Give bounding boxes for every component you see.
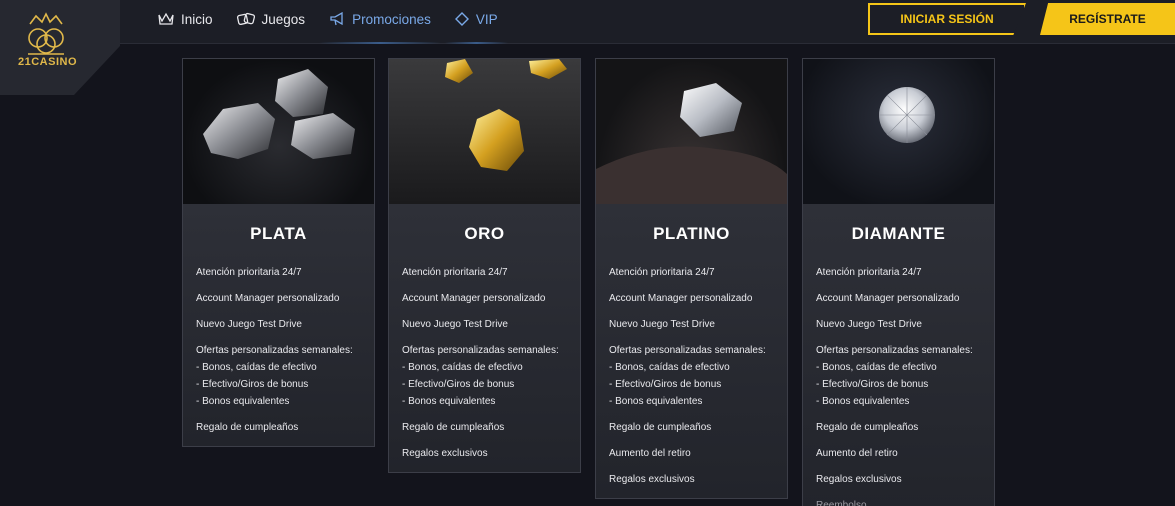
offers-line: - Efectivo/Giros de bonus xyxy=(196,379,309,390)
offers-line: - Bonos equivalentes xyxy=(402,396,496,407)
diamond-icon xyxy=(454,12,469,26)
feature-item: Aumento del retiro xyxy=(609,448,691,459)
gold-nugget-image xyxy=(389,59,580,204)
tier-card-body: PLATA Atención prioritaria 24/7 Account … xyxy=(183,204,374,446)
offers-line: - Bonos equivalentes xyxy=(196,396,290,407)
nav-item-label: Inicio xyxy=(181,11,213,27)
feature-item: Account Manager personalizado xyxy=(609,293,753,304)
offers-heading: Ofertas personalizadas semanales: xyxy=(402,345,559,356)
tier-title: PLATA xyxy=(250,224,307,243)
feature-item: Nuevo Juego Test Drive xyxy=(609,319,715,330)
tier-card-plata: PLATA Atención prioritaria 24/7 Account … xyxy=(182,58,375,447)
feature-item: Atención prioritaria 24/7 xyxy=(196,267,302,278)
feature-item: Atención prioritaria 24/7 xyxy=(402,267,508,278)
crown-icon xyxy=(158,12,174,25)
tier-card-body: PLATINO Atención prioritaria 24/7 Accoun… xyxy=(596,204,787,498)
register-button[interactable]: REGÍSTRATE xyxy=(1040,3,1175,35)
tier-card-platino: PLATINO Atención prioritaria 24/7 Accoun… xyxy=(595,58,788,499)
feature-item-offers: Ofertas personalizadas semanales: - Bono… xyxy=(196,342,361,410)
feature-item: Account Manager personalizado xyxy=(196,293,340,304)
feature-item: Regalo de cumpleaños xyxy=(816,422,919,433)
offers-line: - Efectivo/Giros de bonus xyxy=(609,379,722,390)
tier-card-body: ORO Atención prioritaria 24/7 Account Ma… xyxy=(389,204,580,472)
tier-title: ORO xyxy=(464,224,505,243)
offers-line: - Bonos equivalentes xyxy=(609,396,703,407)
feature-item: Regalo de cumpleaños xyxy=(196,422,299,433)
feature-item: Nuevo Juego Test Drive xyxy=(402,319,508,330)
offers-line: - Bonos, caídas de efectivo xyxy=(196,362,317,373)
feature-item: Regalos exclusivos xyxy=(402,448,488,459)
feature-item: Regalos exclusivos xyxy=(609,474,695,485)
nav-item-inicio[interactable]: Inicio xyxy=(158,0,213,38)
nav-item-juegos[interactable]: Juegos xyxy=(236,0,306,38)
feature-item: Regalos exclusivos xyxy=(816,474,902,485)
nav-item-label: VIP xyxy=(475,11,498,27)
feature-item: Atención prioritaria 24/7 xyxy=(816,267,922,278)
logo-text: 21CASINO xyxy=(18,56,78,68)
offers-line: - Efectivo/Giros de bonus xyxy=(402,379,515,390)
feature-item: Reembolso xyxy=(816,500,867,506)
platinum-crystal-image xyxy=(596,59,787,204)
feature-item: Atención prioritaria 24/7 xyxy=(609,267,715,278)
feature-item: Nuevo Juego Test Drive xyxy=(816,319,922,330)
tier-title: DIAMANTE xyxy=(851,224,946,243)
feature-item: Nuevo Juego Test Drive xyxy=(196,319,302,330)
dice-icon xyxy=(236,12,255,26)
feature-item: Aumento del retiro xyxy=(816,448,898,459)
feature-item-offers: Ofertas personalizadas semanales: - Bono… xyxy=(816,342,981,410)
feature-item: Regalo de cumpleaños xyxy=(609,422,712,433)
offers-heading: Ofertas personalizadas semanales: xyxy=(609,345,766,356)
offers-heading: Ofertas personalizadas semanales: xyxy=(816,345,973,356)
nav-item-promociones[interactable]: Promociones xyxy=(319,0,441,44)
nav-item-vip[interactable]: VIP xyxy=(444,0,508,44)
offers-line: - Efectivo/Giros de bonus xyxy=(816,379,929,390)
feature-item-offers: Ofertas personalizadas semanales: - Bono… xyxy=(402,342,567,410)
megaphone-icon xyxy=(330,12,343,26)
nav-item-label: Juegos xyxy=(261,11,306,27)
diamond-gem-image xyxy=(803,59,994,204)
feature-item: Regalo de cumpleaños xyxy=(402,422,505,433)
feature-item: Account Manager personalizado xyxy=(402,293,546,304)
offers-line: - Bonos, caídas de efectivo xyxy=(816,362,937,373)
login-button[interactable]: INICIAR SESIÓN xyxy=(868,3,1026,35)
feature-item: Account Manager personalizado xyxy=(816,293,960,304)
offers-line: - Bonos, caídas de efectivo xyxy=(402,362,523,373)
feature-item-offers: Ofertas personalizadas semanales: - Bono… xyxy=(609,342,774,410)
offers-heading: Ofertas personalizadas semanales: xyxy=(196,345,353,356)
tier-card-diamante: DIAMANTE Atención prioritaria 24/7 Accou… xyxy=(802,58,995,506)
tier-card-oro: ORO Atención prioritaria 24/7 Account Ma… xyxy=(388,58,581,473)
offers-line: - Bonos, caídas de efectivo xyxy=(609,362,730,373)
tier-title: PLATINO xyxy=(653,224,730,243)
silver-nugget-image xyxy=(183,59,374,204)
nav-item-label: Promociones xyxy=(352,11,431,27)
offers-line: - Bonos equivalentes xyxy=(816,396,910,407)
tier-card-body: DIAMANTE Atención prioritaria 24/7 Accou… xyxy=(803,204,994,506)
main-nav: Inicio Juegos Promociones VIP xyxy=(158,0,522,44)
